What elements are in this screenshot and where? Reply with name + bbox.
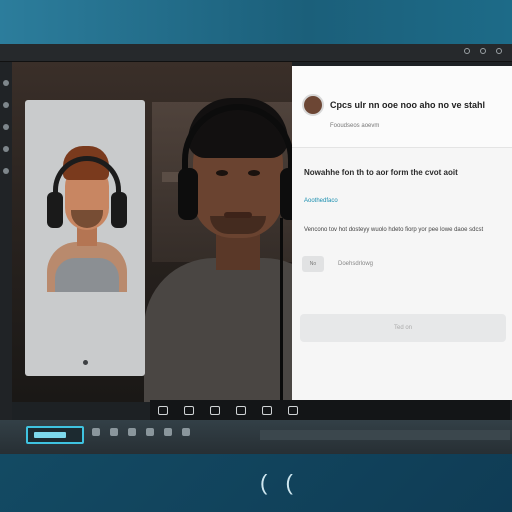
minimize-button[interactable] [464, 48, 470, 54]
title-bar [0, 44, 512, 62]
close-button[interactable] [496, 48, 502, 54]
avatar-preview-panel[interactable] [25, 100, 145, 376]
chat-subtitle: Fooudseos aoevm [330, 123, 380, 129]
camera-icon[interactable] [184, 405, 194, 415]
primary-action-button[interactable]: Ted on [300, 314, 506, 342]
taskbar-icons [92, 428, 190, 436]
taskbar-app-icon[interactable] [92, 428, 100, 436]
share-icon[interactable] [210, 405, 220, 415]
chat-panel-header: Cpcs ulr nn ooe noo aho no ve stahl Foou… [292, 66, 512, 148]
rail-people-icon[interactable] [3, 124, 9, 130]
rail-home-icon[interactable] [3, 80, 9, 86]
chat-message: Nowahhe fon th to aor form the cvot aoit [304, 168, 458, 177]
avatar-figure [41, 146, 131, 326]
chat-description: Vencono tov hot dosteyy wuolo hdeto fior… [304, 227, 484, 233]
participant-video [138, 98, 292, 402]
record-icon[interactable] [262, 405, 272, 415]
chat-icon[interactable] [236, 405, 246, 415]
participant-body [144, 258, 292, 402]
cursor-glyph: ( ( [260, 470, 299, 495]
option-label: Doehsdrlowg [338, 261, 374, 267]
taskbar-tray [260, 430, 510, 440]
avatar-shirt [55, 258, 119, 292]
taskbar-active-indicator [34, 432, 66, 438]
video-feed [12, 62, 292, 402]
avatar-page-dot[interactable] [83, 360, 88, 365]
left-rail [0, 62, 12, 420]
avatar-headphone-cup [111, 192, 127, 228]
taskbar-app-icon[interactable] [128, 428, 136, 436]
window-controls [464, 48, 502, 54]
rail-calendar-icon[interactable] [3, 146, 9, 152]
chat-link[interactable]: Aoothedfaco [304, 198, 338, 204]
option-row: No Doehsdrlowg [302, 256, 373, 272]
maximize-button[interactable] [480, 48, 486, 54]
headphone-cup [178, 168, 198, 220]
call-controls-bar [150, 400, 510, 420]
avatar-headphone-cup [47, 192, 63, 228]
chat-title: Cpcs ulr nn ooe noo aho no ve stahl [330, 100, 486, 110]
taskbar-app-icon[interactable] [182, 428, 190, 436]
more-icon[interactable] [288, 405, 298, 415]
app-window: Cpcs ulr nn ooe noo aho no ve stahl Foou… [0, 44, 512, 420]
taskbar-app-icon[interactable] [110, 428, 118, 436]
rail-chat-icon[interactable] [3, 102, 9, 108]
headphone-cable [280, 218, 283, 402]
participant-mouth [224, 212, 252, 218]
option-chip[interactable]: No [302, 256, 324, 272]
rail-settings-icon[interactable] [3, 168, 9, 174]
taskbar-active-app[interactable] [26, 426, 84, 444]
taskbar [0, 420, 512, 454]
taskbar-app-icon[interactable] [146, 428, 154, 436]
mic-icon[interactable] [158, 405, 168, 415]
contact-avatar[interactable] [302, 94, 324, 116]
taskbar-app-icon[interactable] [164, 428, 172, 436]
desktop-top-band [0, 0, 512, 44]
headphone-cup [280, 168, 292, 220]
chat-panel: Cpcs ulr nn ooe noo aho no ve stahl Foou… [292, 66, 512, 400]
